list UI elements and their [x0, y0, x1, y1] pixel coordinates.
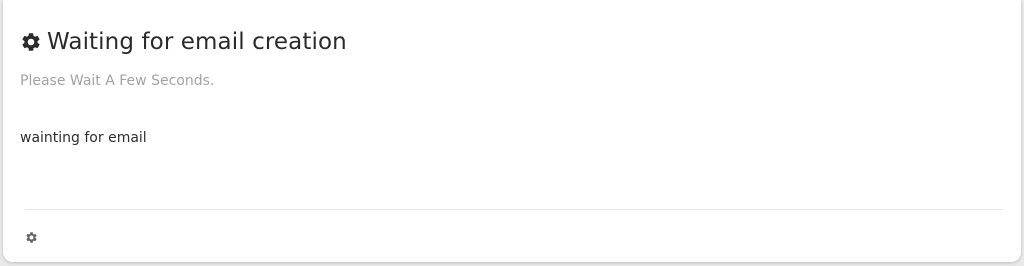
gear-icon — [22, 33, 40, 51]
footer-gear-icon — [26, 232, 37, 243]
card-title: Waiting for email creation — [47, 29, 347, 55]
card-subtitle: Please Wait A Few Seconds. — [20, 73, 215, 89]
divider — [25, 209, 1003, 210]
status-message: wainting for email — [20, 130, 147, 146]
card-header: Waiting for email creation — [20, 29, 347, 55]
status-card: Waiting for email creation Please Wait A… — [3, 0, 1021, 262]
